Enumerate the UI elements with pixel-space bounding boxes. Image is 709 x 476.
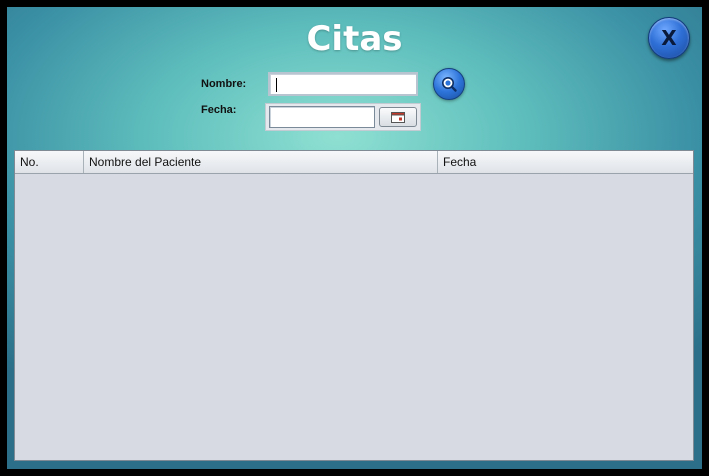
page-title: Citas [306,19,403,59]
column-header-fecha[interactable]: Fecha [438,151,693,173]
fecha-input[interactable] [269,106,375,128]
table-header: No. Nombre del Paciente Fecha [15,151,693,174]
citas-window: Citas X Nombre: Fecha: No. Nombre del Pa… [0,0,709,476]
calendar-icon [391,111,405,123]
citas-table: No. Nombre del Paciente Fecha [14,150,694,461]
text-caret [276,78,277,92]
column-header-nombre-paciente[interactable]: Nombre del Paciente [84,151,438,173]
column-header-no[interactable]: No. [15,151,84,173]
nombre-label: Nombre: [201,78,247,90]
date-chooser [265,103,421,131]
fecha-label: Fecha: [201,104,237,116]
close-button[interactable]: X [648,17,690,59]
search-button[interactable] [433,68,465,100]
nombre-input[interactable] [268,72,418,96]
close-icon: X [661,26,677,50]
search-icon [442,77,457,92]
calendar-button[interactable] [379,107,417,127]
